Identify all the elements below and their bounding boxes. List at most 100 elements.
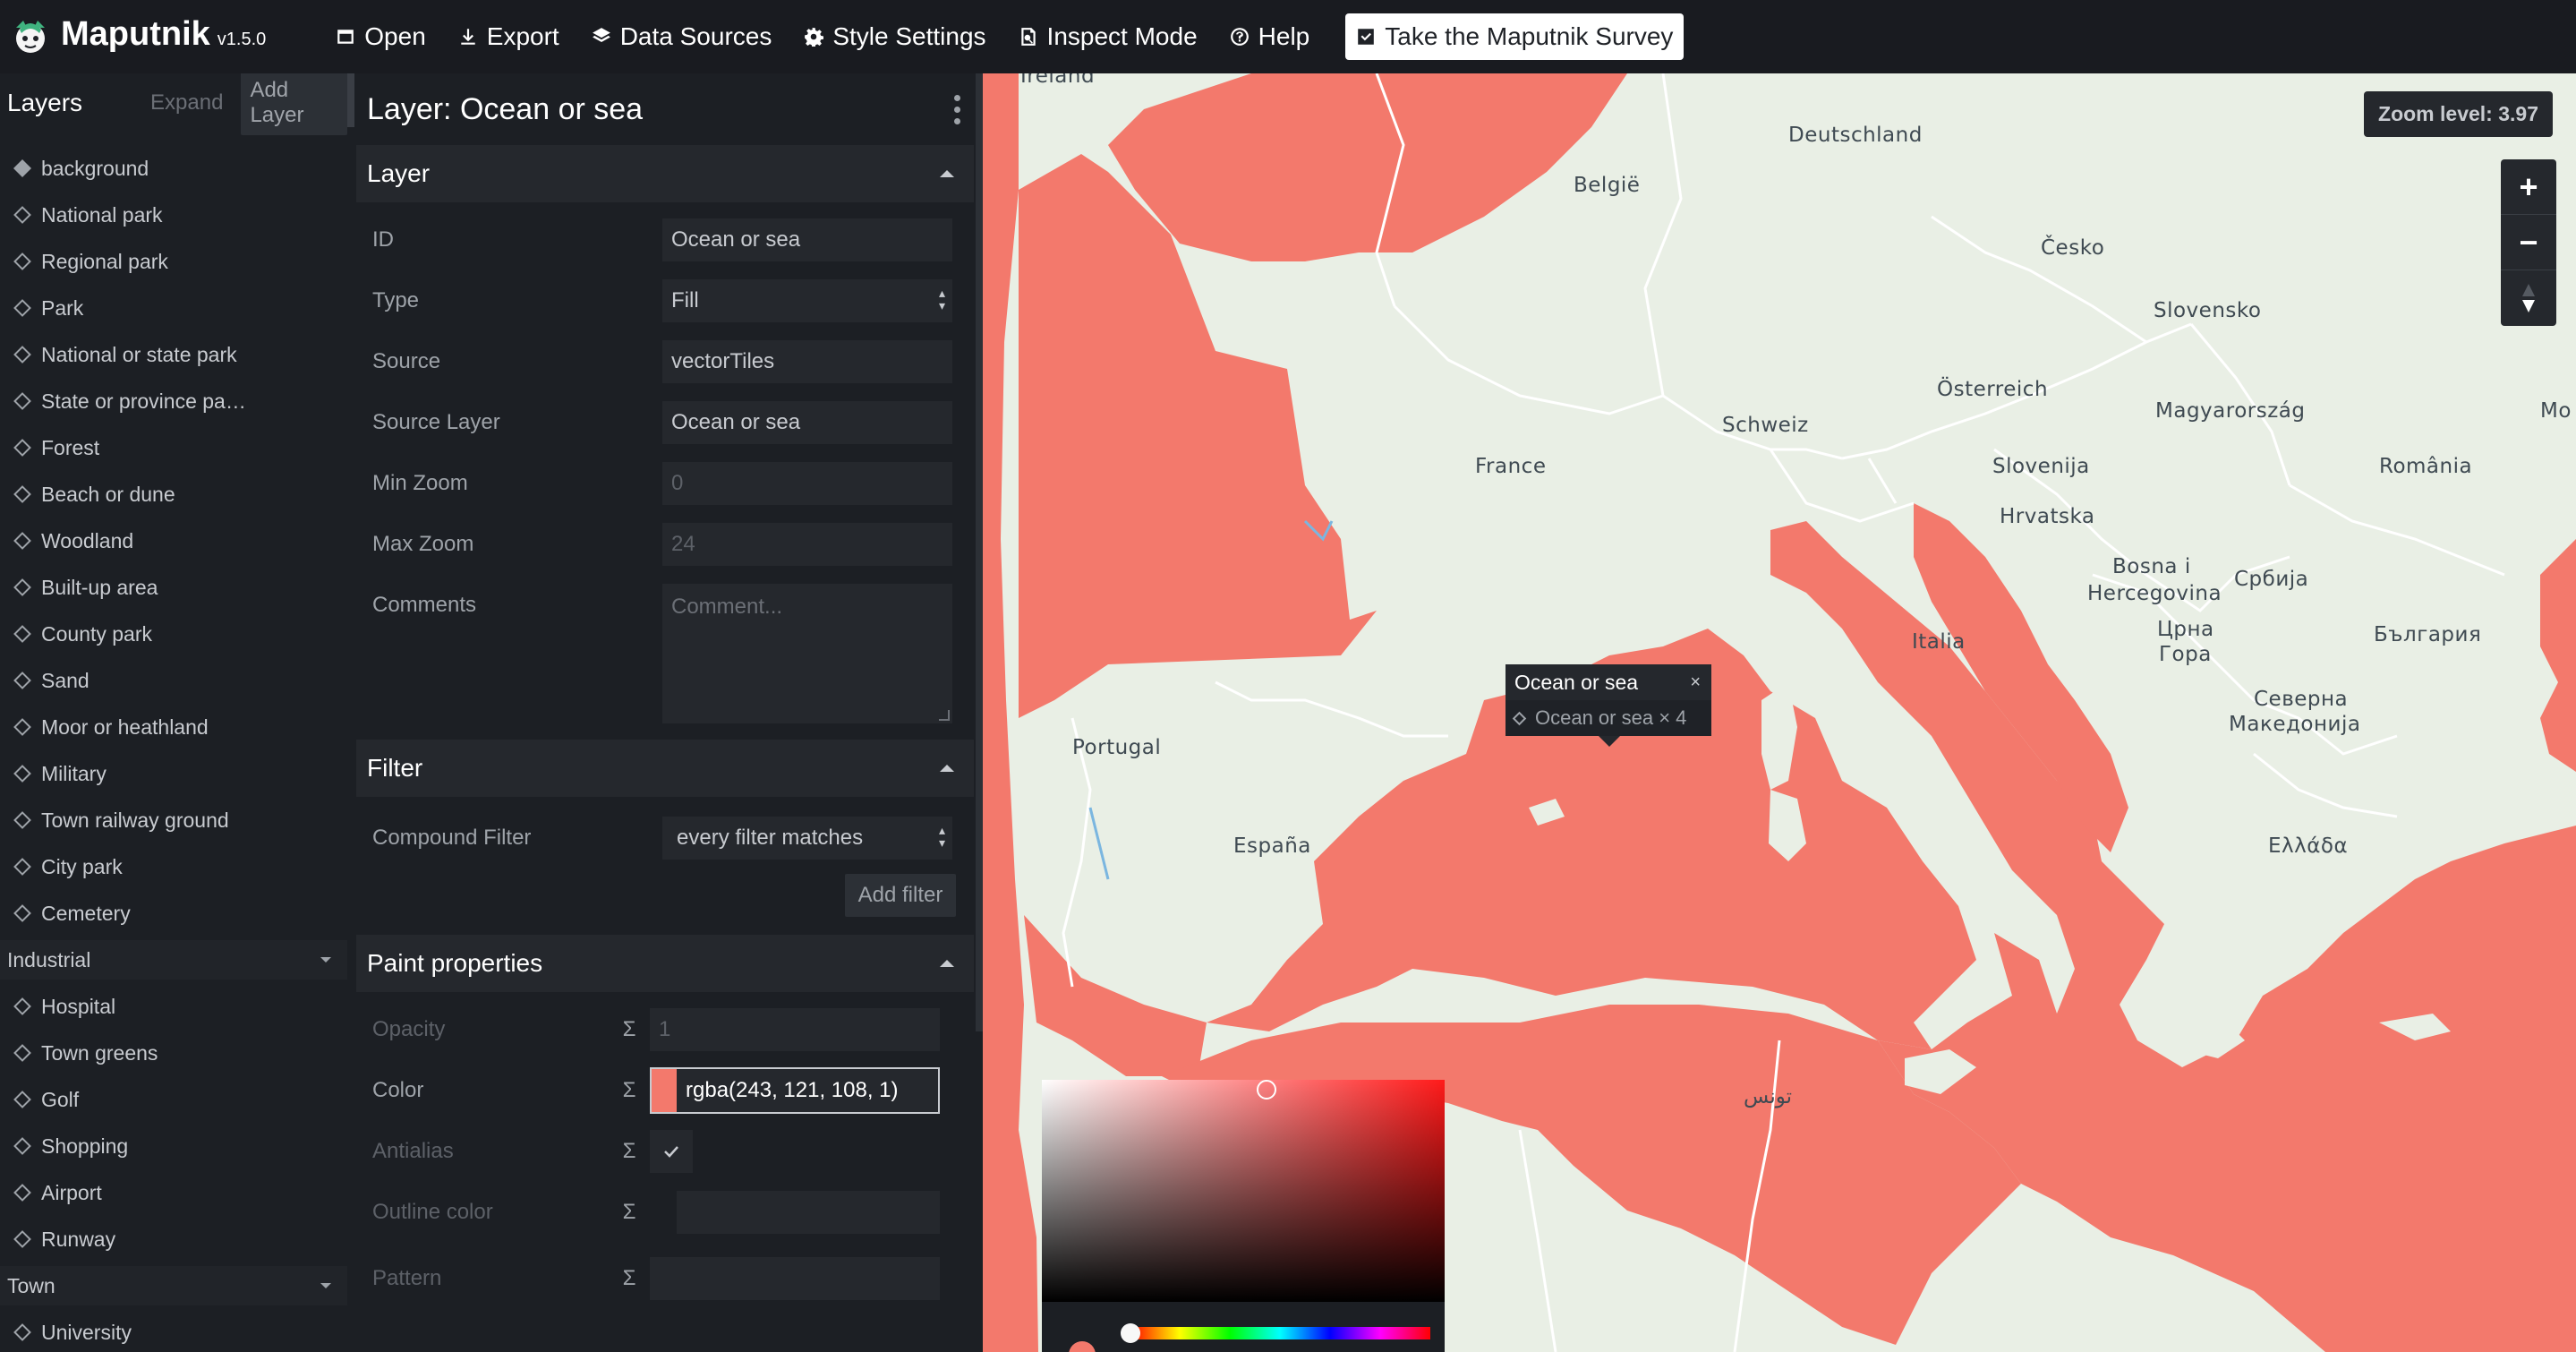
layer-item[interactable]: Forest bbox=[0, 424, 347, 471]
type-select[interactable]: Fill bbox=[662, 279, 952, 322]
layer-item[interactable]: Regional park bbox=[0, 238, 347, 285]
map-label: Hercegovina bbox=[2087, 582, 2222, 605]
layer-group[interactable]: Town bbox=[0, 1266, 347, 1305]
map-label: Северна bbox=[2254, 688, 2349, 711]
layer-item[interactable]: Beach or dune bbox=[0, 471, 347, 518]
fill-layer-icon bbox=[13, 1044, 31, 1062]
layer-item[interactable]: University bbox=[0, 1309, 347, 1352]
sigma-icon[interactable]: Σ bbox=[616, 1266, 643, 1291]
source-layer-property: Source Layer Ocean or sea bbox=[354, 392, 979, 453]
color-input[interactable]: rgba(243, 121, 108, 1) bbox=[650, 1067, 940, 1114]
fill-layer-icon bbox=[13, 1230, 31, 1248]
layer-item[interactable]: Woodland bbox=[0, 518, 347, 564]
background-layer-icon bbox=[13, 159, 31, 177]
survey-button[interactable]: Take the Maputnik Survey bbox=[1345, 13, 1685, 60]
compass-button[interactable] bbox=[2501, 270, 2556, 326]
layer-item-label: Shopping bbox=[41, 1134, 129, 1158]
layer-item[interactable]: National park bbox=[0, 192, 347, 238]
layer-list-title: Layers bbox=[7, 89, 83, 116]
compound-filter-select[interactable]: every filter matches bbox=[662, 817, 952, 860]
layer-item-label: Military bbox=[41, 761, 107, 785]
sigma-icon[interactable]: Σ bbox=[616, 1017, 643, 1042]
add-filter-button[interactable]: Add filter bbox=[845, 874, 956, 917]
layer-group[interactable]: Industrial bbox=[0, 940, 347, 980]
layer-item[interactable]: City park bbox=[0, 843, 347, 890]
color-picker-cursor[interactable] bbox=[1257, 1080, 1276, 1100]
fill-layer-icon bbox=[13, 672, 31, 689]
layer-item-label: background bbox=[41, 156, 149, 180]
hue-slider[interactable] bbox=[1130, 1327, 1430, 1339]
more-options-icon[interactable] bbox=[954, 94, 961, 124]
editor-scrollbar[interactable] bbox=[976, 73, 983, 1031]
inspect-mode-button[interactable]: Inspect Mode bbox=[1002, 0, 1214, 73]
open-label: Open bbox=[364, 22, 426, 50]
layer-item[interactable]: Military bbox=[0, 750, 347, 797]
export-button[interactable]: Export bbox=[442, 0, 576, 73]
max-zoom-input[interactable]: 24 bbox=[662, 523, 952, 566]
layer-type-icon bbox=[1512, 711, 1527, 725]
layer-section-title: Layer bbox=[367, 159, 431, 187]
map-label: Portugal bbox=[1072, 736, 1162, 759]
popup-close-button[interactable]: × bbox=[1690, 672, 1701, 693]
sigma-icon[interactable]: Σ bbox=[616, 1078, 643, 1103]
popup-feature-row[interactable]: Ocean or sea × 4 bbox=[1506, 700, 1711, 736]
paint-section-header[interactable]: Paint properties bbox=[356, 935, 974, 992]
pattern-input[interactable] bbox=[650, 1257, 940, 1300]
sigma-icon[interactable]: Σ bbox=[616, 1200, 643, 1225]
comments-textarea[interactable]: Comment... bbox=[662, 584, 952, 723]
min-zoom-input[interactable]: 0 bbox=[662, 462, 952, 505]
antialias-checkbox[interactable] bbox=[650, 1130, 693, 1173]
fill-layer-icon bbox=[13, 532, 31, 550]
layer-item[interactable]: Golf bbox=[0, 1076, 347, 1123]
layer-item[interactable]: Sand bbox=[0, 657, 347, 704]
layer-item-label: Town railway ground bbox=[41, 808, 229, 832]
comments-label: Comments bbox=[372, 593, 477, 617]
layer-item[interactable]: National or state park bbox=[0, 331, 347, 378]
saturation-value-area[interactable] bbox=[1042, 1080, 1445, 1302]
data-sources-button[interactable]: Data Sources bbox=[576, 0, 789, 73]
style-settings-button[interactable]: Style Settings bbox=[788, 0, 1002, 73]
layer-item-label: Town greens bbox=[41, 1040, 158, 1065]
survey-label: Take the Maputnik Survey bbox=[1385, 22, 1674, 50]
layer-item[interactable]: Hospital bbox=[0, 983, 347, 1030]
opacity-input[interactable]: 1 bbox=[650, 1008, 940, 1051]
map-label: Србија bbox=[2234, 568, 2309, 591]
zoom-in-button[interactable]: + bbox=[2501, 159, 2556, 215]
layer-item[interactable]: Airport bbox=[0, 1169, 347, 1216]
id-input[interactable]: Ocean or sea bbox=[662, 218, 952, 261]
layer-item[interactable]: background bbox=[0, 145, 347, 192]
source-layer-input[interactable]: Ocean or sea bbox=[662, 401, 952, 444]
layer-item[interactable]: Town railway ground bbox=[0, 797, 347, 843]
map-label: Mo bbox=[2540, 399, 2572, 423]
compound-filter-label: Compound Filter bbox=[372, 826, 532, 850]
add-layer-button[interactable]: Add Layer bbox=[241, 73, 347, 135]
layer-item[interactable]: Town greens bbox=[0, 1030, 347, 1076]
layer-item[interactable]: Park bbox=[0, 285, 347, 331]
sigma-icon[interactable]: Σ bbox=[616, 1139, 643, 1164]
filter-section-header[interactable]: Filter bbox=[356, 740, 974, 797]
layer-item[interactable]: Cemetery bbox=[0, 890, 347, 937]
outline-color-input[interactable] bbox=[677, 1191, 940, 1234]
map-label: България bbox=[2374, 623, 2482, 646]
layer-item[interactable]: Moor or heathland bbox=[0, 704, 347, 750]
open-button[interactable]: Open bbox=[320, 0, 442, 73]
layer-section-header[interactable]: Layer bbox=[356, 145, 974, 202]
opacity-label: Opacity bbox=[372, 1017, 446, 1041]
hue-slider-thumb[interactable] bbox=[1121, 1323, 1140, 1343]
expand-button[interactable]: Expand bbox=[150, 90, 223, 116]
layer-item[interactable]: Shopping bbox=[0, 1123, 347, 1169]
layer-item[interactable]: Runway bbox=[0, 1216, 347, 1262]
layer-item[interactable]: County park bbox=[0, 611, 347, 657]
source-input[interactable]: vectorTiles bbox=[662, 340, 952, 383]
help-button[interactable]: Help bbox=[1214, 0, 1326, 73]
type-label: Type bbox=[372, 288, 420, 312]
layer-item-label: Regional park bbox=[41, 249, 168, 273]
layer-item[interactable]: State or province pa… bbox=[0, 378, 347, 424]
layer-list-scrollbar[interactable] bbox=[347, 73, 354, 127]
chevron-down-icon bbox=[320, 957, 331, 963]
layer-item-label: Park bbox=[41, 295, 84, 320]
layer-item[interactable]: Built-up area bbox=[0, 564, 347, 611]
zoom-out-button[interactable]: − bbox=[2501, 215, 2556, 270]
color-swatch[interactable] bbox=[652, 1069, 677, 1112]
color-preview bbox=[1069, 1341, 1096, 1352]
